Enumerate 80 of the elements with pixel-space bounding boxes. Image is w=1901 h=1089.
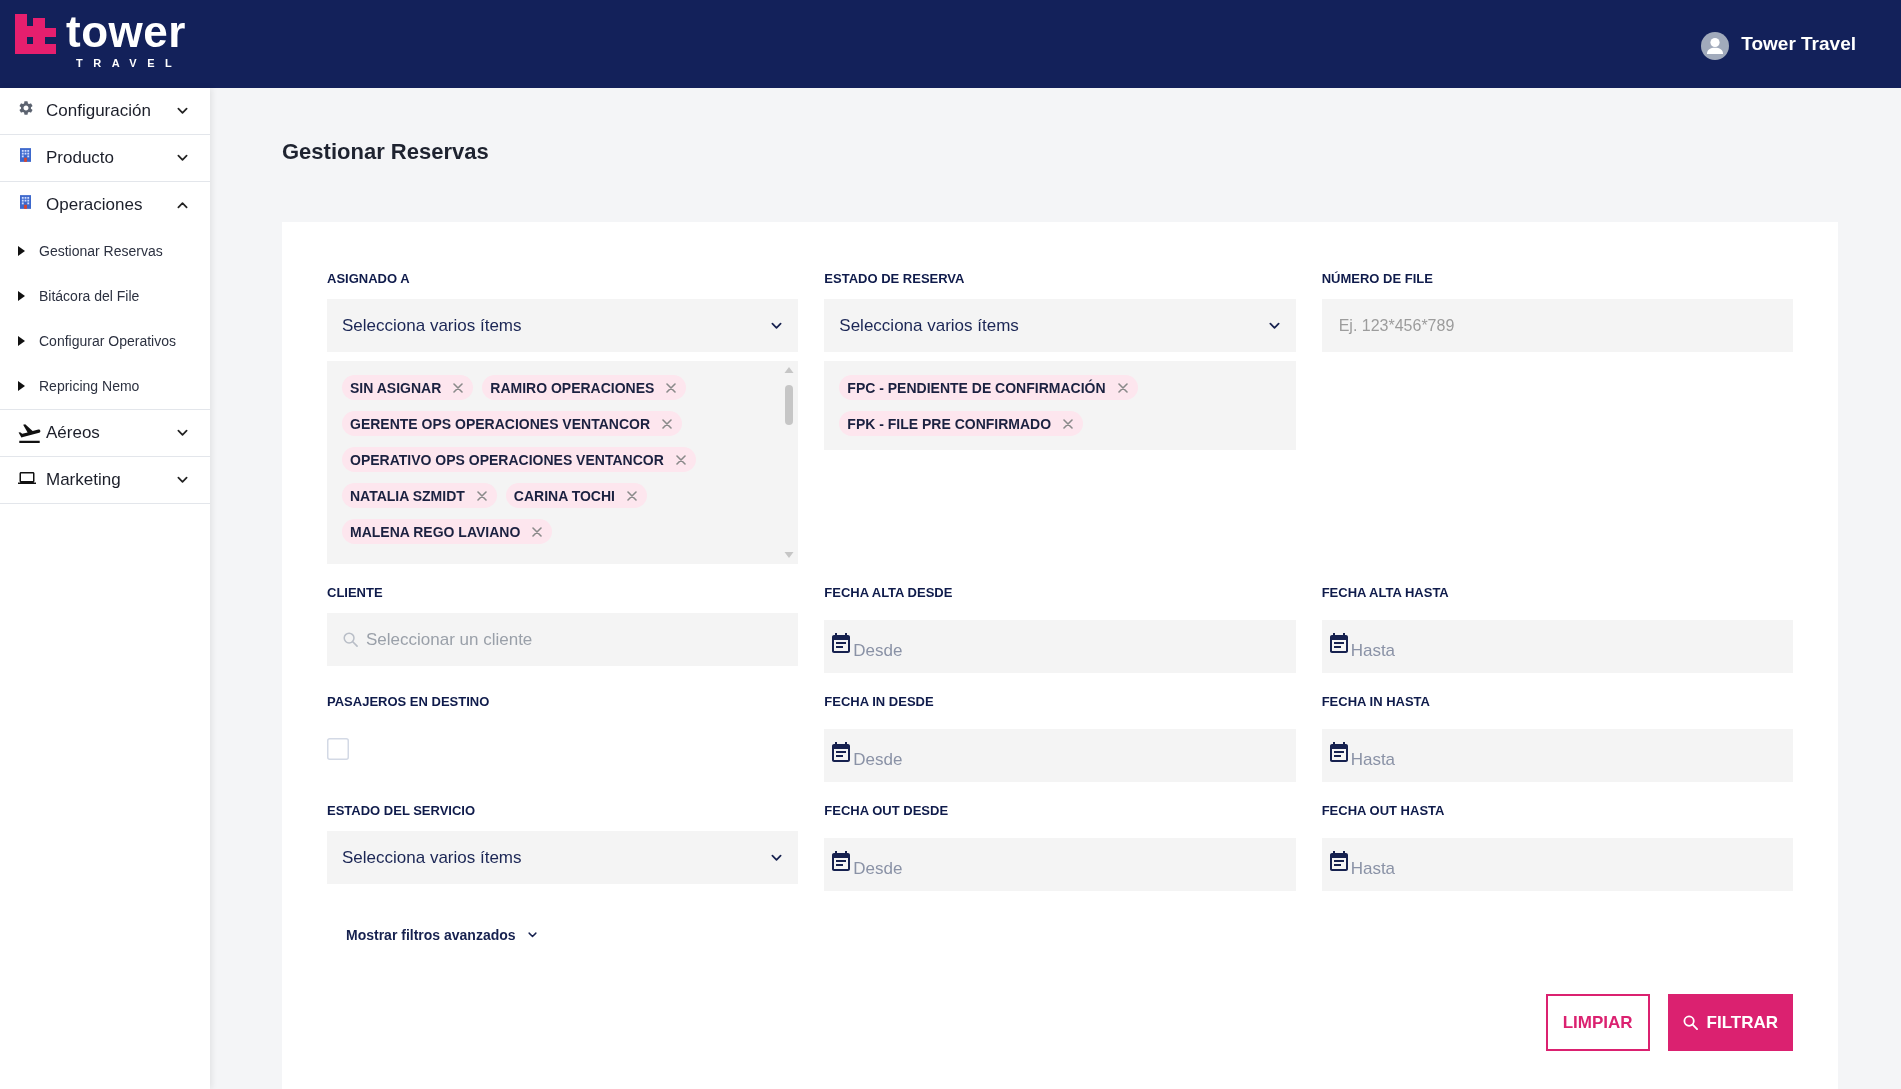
filter-button[interactable]: FILTRAR: [1667, 994, 1793, 1051]
tag-label: MALENA REGO LAVIANO: [350, 522, 521, 541]
field-label: PASAJEROS EN DESTINO: [327, 694, 490, 710]
multi-select[interactable]: Selecciona varios ítems: [327, 831, 799, 884]
tag-label: GERENTE OPS OPERACIONES VENTANCOR: [350, 414, 650, 433]
field-label: ASIGNADO A: [327, 271, 410, 287]
clear-button[interactable]: LIMPIAR: [1545, 994, 1650, 1051]
date-field[interactable]: Desde: [824, 838, 1296, 891]
tag-label: NATALIA SZMIDT: [350, 486, 465, 505]
remove-icon[interactable]: [1063, 418, 1074, 429]
search-icon: [1682, 1015, 1698, 1030]
date-field[interactable]: Hasta: [1321, 620, 1793, 673]
calendar-icon: [1329, 633, 1348, 653]
field-label: NÚMERO DE FILE: [1321, 271, 1433, 287]
date-field[interactable]: Hasta: [1321, 729, 1793, 782]
multi-select[interactable]: Selecciona varios ítems: [824, 299, 1296, 352]
building-icon: [20, 148, 31, 162]
field-label: CLIENTE: [327, 585, 383, 601]
sidebar-link[interactable]: Bitácora del File: [0, 273, 210, 318]
tag-label: FPC - PENDIENTE DE CONFIRMACIÓN: [847, 378, 1106, 397]
chevron-down-icon: [771, 853, 783, 862]
calendar-icon: [832, 633, 851, 653]
field-label: FECHA OUT DESDE: [824, 803, 949, 819]
field-label: FECHA OUT HASTA: [1321, 803, 1445, 819]
triangle-icon: [18, 335, 25, 346]
sidebar-item[interactable]: Operaciones: [0, 182, 210, 228]
tag-label: OPERATIVO OPS OPERACIONES VENTANCOR: [350, 450, 664, 469]
remove-icon[interactable]: [1117, 382, 1128, 393]
sidebar-item[interactable]: Aéreos: [0, 410, 210, 456]
input-field[interactable]: Ej. 123*456*789: [1321, 299, 1793, 352]
field-label: FECHA ALTA HASTA: [1321, 585, 1449, 601]
remove-icon[interactable]: [532, 526, 543, 537]
gear-icon: [19, 101, 33, 115]
chevron-down-icon: [771, 321, 783, 330]
remove-icon[interactable]: [453, 382, 464, 393]
calendar-icon: [1329, 742, 1348, 762]
field-label: ESTADO DE RESERVA: [824, 271, 965, 287]
calendar-icon: [832, 851, 851, 871]
page-title: Gestionar Reservas: [282, 138, 490, 166]
calendar-icon: [1329, 851, 1348, 871]
date-field[interactable]: Desde: [824, 620, 1296, 673]
checkbox[interactable]: [327, 738, 349, 760]
triangle-icon: [18, 380, 25, 391]
sidebar-item[interactable]: Configuración: [0, 88, 210, 134]
multi-select[interactable]: Selecciona varios ítems: [327, 299, 799, 352]
calendar-icon: [832, 742, 851, 762]
sidebar-link[interactable]: Repricing Nemo: [0, 363, 210, 408]
logo-icon: [15, 14, 56, 54]
tag-label: RAMIRO OPERACIONES: [490, 378, 655, 397]
avatar-icon: [1701, 31, 1730, 60]
chevron-down-icon: [1268, 321, 1280, 330]
date-field[interactable]: Hasta: [1321, 838, 1793, 891]
airplane-takeoff-icon: [18, 423, 41, 443]
sidebar-link[interactable]: Gestionar Reservas: [0, 228, 210, 273]
field-label: FECHA ALTA DESDE: [824, 585, 953, 601]
triangle-icon: [18, 290, 25, 301]
tag-label: CARINA TOCHI: [513, 486, 615, 505]
triangle-icon: [18, 245, 25, 256]
search-field[interactable]: Seleccionar un cliente: [327, 613, 799, 666]
building-icon: [20, 195, 31, 209]
user-name: Tower Travel: [1741, 32, 1856, 56]
tag-label: SIN ASIGNAR: [350, 378, 442, 397]
laptop-icon: [18, 472, 36, 484]
logo-tagline: TRAVEL: [76, 57, 183, 69]
tag-label: FPK - FILE PRE CONFIRMADO: [847, 414, 1052, 433]
remove-icon[interactable]: [476, 490, 487, 501]
remove-icon[interactable]: [675, 454, 686, 465]
date-field[interactable]: Desde: [824, 729, 1296, 782]
search-icon: [343, 632, 358, 647]
field-label: FECHA IN DESDE: [824, 694, 934, 710]
remove-icon[interactable]: [662, 418, 672, 429]
remove-icon[interactable]: [666, 382, 677, 393]
sidebar-item[interactable]: Marketing: [0, 457, 210, 503]
sidebar-link[interactable]: Configurar Operativos: [0, 318, 210, 363]
field-label: FECHA IN HASTA: [1321, 694, 1430, 710]
field-label: ESTADO DEL SERVICIO: [327, 803, 476, 819]
logo-wordmark: tower: [66, 12, 186, 52]
sidebar-item[interactable]: Producto: [0, 135, 210, 181]
remove-icon[interactable]: [626, 490, 637, 501]
advanced-filters-toggle[interactable]: Mostrar filtros avanzados: [346, 925, 537, 945]
